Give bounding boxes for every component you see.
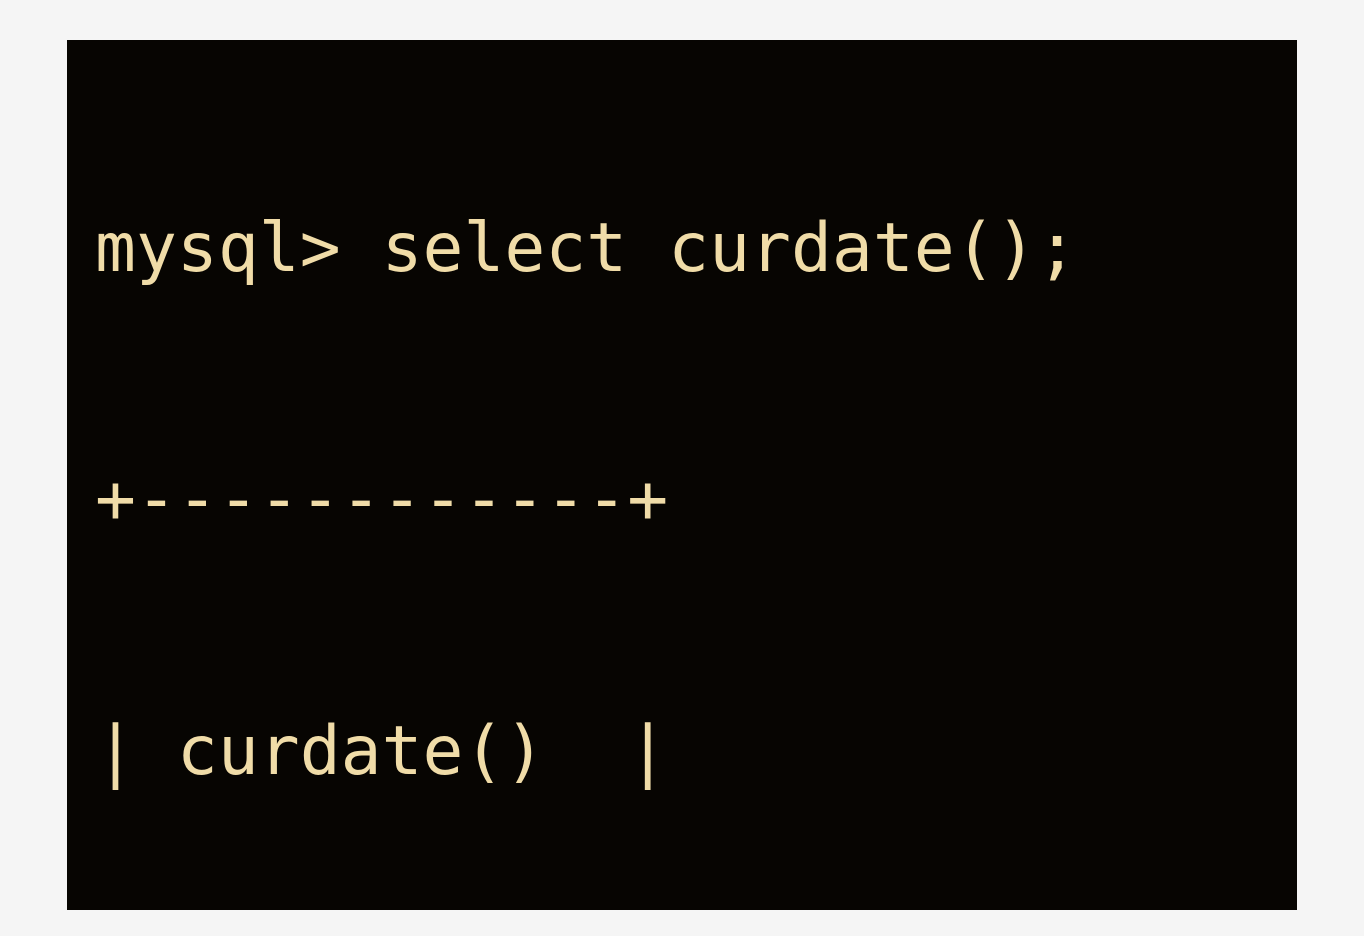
table-border-top: +------------+ bbox=[95, 437, 1269, 563]
command-line: mysql> select curdate(); bbox=[95, 186, 1269, 312]
mysql-terminal[interactable]: mysql> select curdate(); +------------+ … bbox=[67, 40, 1297, 910]
sql-command: select curdate(); bbox=[382, 209, 1078, 288]
table-header-row: | curdate() | bbox=[95, 689, 1269, 815]
mysql-prompt: mysql> bbox=[95, 209, 382, 288]
